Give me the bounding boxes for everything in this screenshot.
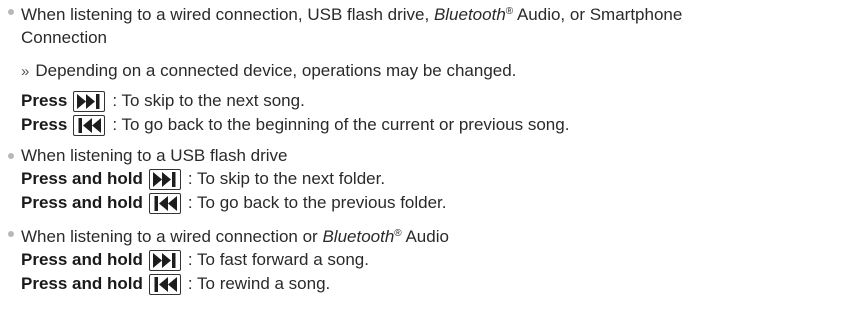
action-label: Press and hold bbox=[21, 169, 143, 188]
cmd-hold-skip-previous: Press and hold : To go back to the previ… bbox=[8, 191, 843, 215]
action-label: Press bbox=[21, 115, 68, 134]
bullet-dot bbox=[8, 153, 14, 159]
section-wired-or-bluetooth: When listening to a wired connection or … bbox=[8, 222, 843, 248]
bluetooth-word: Bluetooth bbox=[433, 5, 506, 24]
note-text: Depending on a connected device, operati… bbox=[35, 61, 517, 80]
action-label: Press and hold bbox=[21, 274, 143, 293]
cmd-press-skip-next: Press : To skip to the next song. bbox=[8, 89, 843, 113]
skip-next-icon bbox=[148, 249, 181, 271]
bullet-dot bbox=[8, 231, 14, 237]
section3-heading: When listening to a wired connection or … bbox=[21, 227, 449, 246]
cmd-description: : To skip to the next folder. bbox=[187, 169, 386, 188]
cmd-press-skip-previous: Press : To go back to the beginning of t… bbox=[8, 113, 843, 137]
cmd-hold-rewind: Press and hold : To rewind a song. bbox=[8, 272, 843, 296]
action-label: Press and hold bbox=[21, 193, 143, 212]
section2-heading: When listening to a USB flash drive bbox=[21, 146, 288, 165]
bullet-dot bbox=[8, 9, 14, 15]
section1-heading-line2: Connection bbox=[21, 28, 108, 47]
skip-next-icon bbox=[73, 90, 106, 112]
cmd-description: : To fast forward a song. bbox=[187, 250, 369, 269]
note-arrow-icon: » bbox=[21, 63, 30, 80]
skip-previous-icon bbox=[73, 114, 106, 136]
cmd-hold-fast-forward: Press and hold : To fast forward a song. bbox=[8, 248, 843, 272]
action-label: Press and hold bbox=[21, 250, 143, 269]
cmd-description: : To skip to the next song. bbox=[112, 91, 305, 110]
section-usb-flash-drive: When listening to a USB flash drive bbox=[8, 144, 843, 167]
registered-mark: ® bbox=[394, 228, 402, 239]
cmd-description: : To go back to the beginning of the cur… bbox=[112, 115, 570, 134]
instructions-document: When listening to a wired connection, US… bbox=[8, 0, 843, 296]
skip-next-icon bbox=[148, 168, 181, 190]
section1-heading: When listening to a wired connection, US… bbox=[21, 5, 683, 24]
cmd-description: : To go back to the previous folder. bbox=[187, 193, 447, 212]
cmd-description: : To rewind a song. bbox=[187, 274, 331, 293]
section-wired-usb-bt-smartphone: When listening to a wired connection, US… bbox=[8, 0, 843, 49]
skip-previous-icon bbox=[148, 273, 181, 295]
device-note: » Depending on a connected device, operat… bbox=[8, 59, 843, 83]
action-label: Press bbox=[21, 91, 68, 110]
bluetooth-word: Bluetooth bbox=[322, 227, 395, 246]
cmd-hold-skip-next: Press and hold : To skip to the next fol… bbox=[8, 167, 843, 191]
skip-previous-icon bbox=[148, 192, 181, 214]
